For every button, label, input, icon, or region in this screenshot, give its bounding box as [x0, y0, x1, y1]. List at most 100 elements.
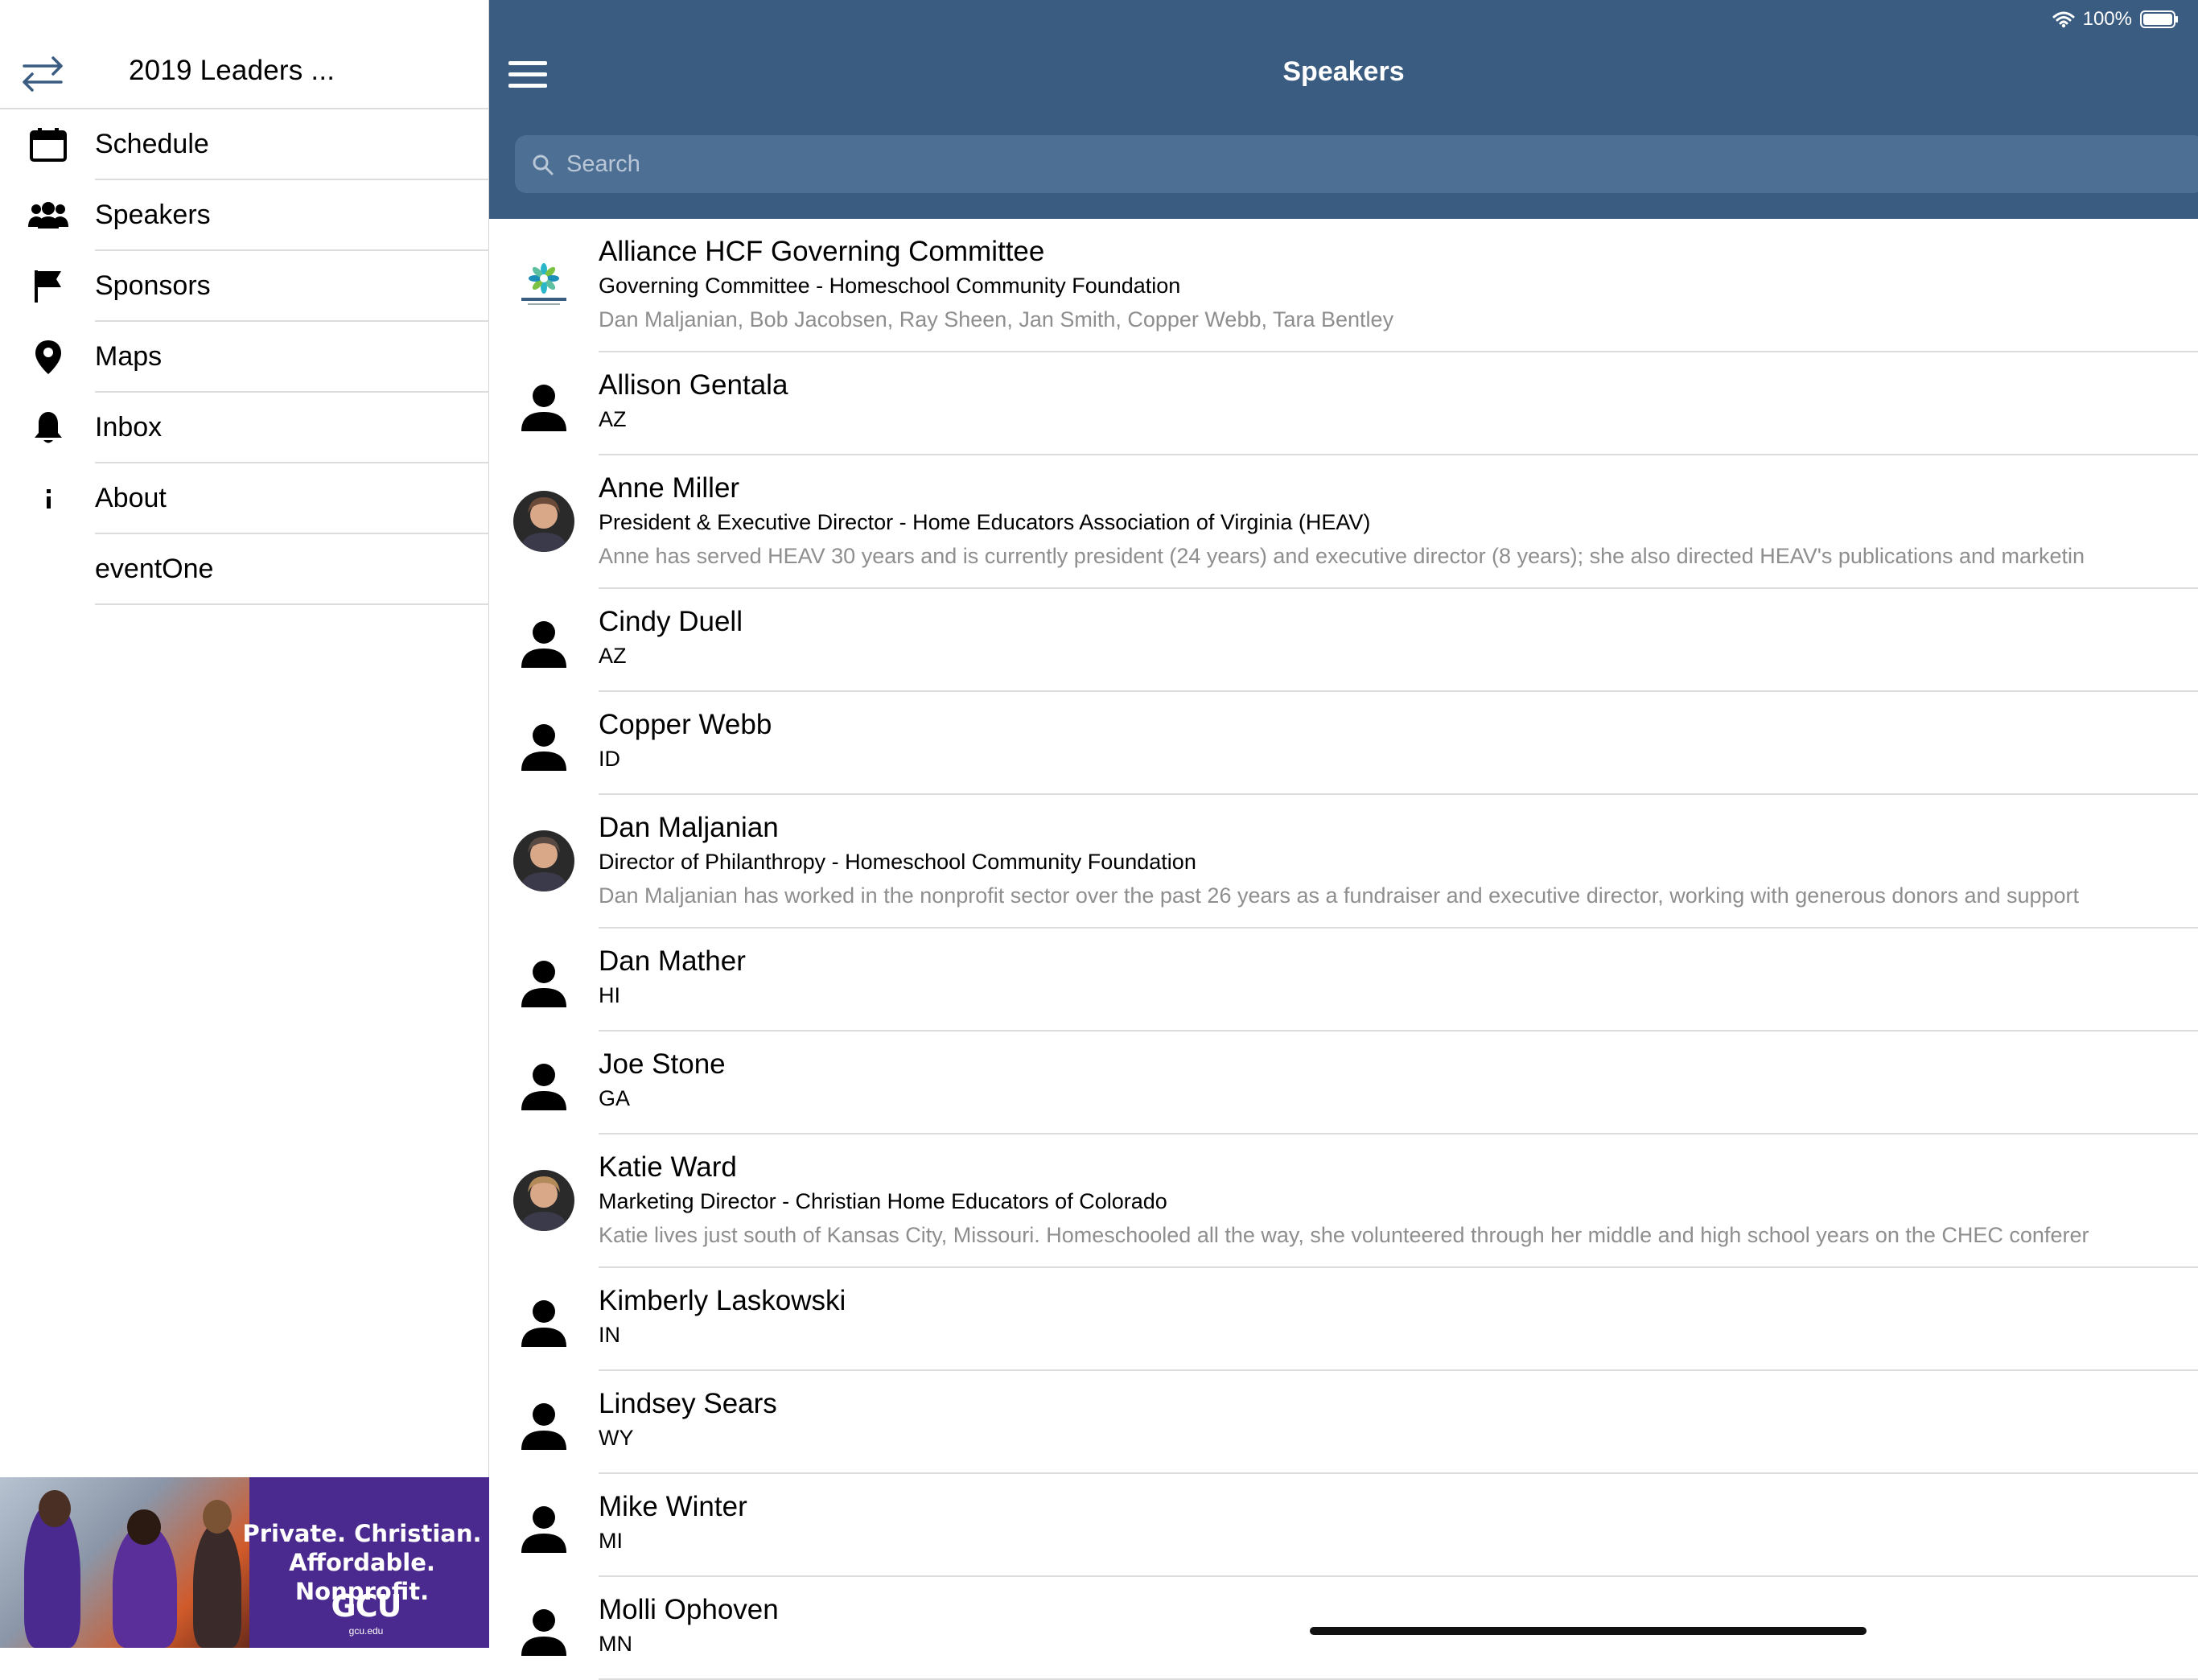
sidebar-menu: Schedule Speakers Sponsors Maps Inbox Ab…: [0, 109, 489, 605]
speaker-name: Anne Miller: [599, 472, 740, 504]
sidebar-header: 2019 Leaders ...: [0, 0, 489, 109]
speaker-row-content: Dan Mather HI: [599, 929, 2198, 1031]
sidebar-item-speakers[interactable]: Speakers: [0, 180, 489, 251]
speaker-row[interactable]: Katie Ward Marketing Director - Christian…: [489, 1134, 2198, 1268]
person-placeholder-icon: [513, 1601, 574, 1662]
speaker-subtitle: President & Executive Director - Home Ed…: [599, 510, 1371, 534]
speaker-description: Dan Maljanian, Bob Jacobsen, Ray Sheen, …: [599, 307, 1394, 331]
speaker-photo: [513, 491, 574, 552]
speaker-description: Katie lives just south of Kansas City, M…: [599, 1223, 2089, 1247]
speaker-subtitle: ID: [599, 747, 620, 771]
speaker-subtitle: IN: [599, 1323, 620, 1347]
ad-photo: [0, 1477, 249, 1648]
sidebar-item-label: Schedule: [95, 109, 489, 180]
top-bar: 100% Speakers: [489, 0, 2198, 219]
speaker-name: Mike Winter: [599, 1491, 747, 1522]
wifi-icon: [2052, 11, 2075, 28]
speaker-row-content: Allison Gentala AZ: [599, 352, 2198, 455]
speaker-name: Kimberly Laskowski: [599, 1285, 846, 1316]
switch-event-icon[interactable]: [16, 51, 69, 95]
home-indicator: [1310, 1627, 1867, 1635]
calendar-icon: [23, 126, 74, 164]
ad-url: gcu.edu: [348, 1625, 384, 1637]
sidebar-item-label: Inbox: [95, 393, 489, 463]
speaker-list[interactable]: Alliance HCF Governing Committee Governin…: [489, 219, 2198, 1680]
speaker-row-content: Cindy Duell AZ: [599, 589, 2198, 692]
speaker-photo: [513, 830, 574, 891]
flag-icon: [23, 267, 74, 306]
person-placeholder-icon: [513, 1056, 574, 1117]
speaker-name: Dan Maljanian: [599, 812, 779, 843]
speaker-row[interactable]: Allison Gentala AZ: [489, 352, 2198, 455]
main-panel: 100% Speakers Alliance HCF Governing Com…: [489, 0, 2198, 1680]
page-title: Speakers: [1282, 56, 1405, 87]
speaker-subtitle: AZ: [599, 407, 627, 431]
sidebar-item-sponsors[interactable]: Sponsors: [0, 251, 489, 322]
person-placeholder-icon: [513, 613, 574, 674]
speaker-subtitle: Marketing Director - Christian Home Educ…: [599, 1189, 1167, 1213]
sponsor-ad-banner[interactable]: Private. Christian. Affordable. Nonprofi…: [0, 1477, 489, 1648]
speaker-row-content: Anne Miller President & Executive Directo…: [599, 455, 2198, 589]
info-icon: [23, 480, 74, 518]
sidebar-item-inbox[interactable]: Inbox: [0, 393, 489, 463]
sidebar-item-label: Maps: [95, 322, 489, 393]
battery-percent: 100%: [2082, 8, 2132, 30]
sidebar-item-eventone[interactable]: eventOne: [0, 534, 489, 605]
speaker-name: Molli Ophoven: [599, 1594, 779, 1625]
sidebar-item-label: eventOne: [95, 534, 489, 605]
search-bar[interactable]: [515, 135, 2198, 193]
speaker-row[interactable]: Dan Maljanian Director of Philanthropy - …: [489, 795, 2198, 929]
speaker-subtitle: AZ: [599, 644, 627, 668]
speaker-name: Dan Mather: [599, 945, 746, 977]
speaker-row-content: Joe Stone GA: [599, 1031, 2198, 1134]
gcu-logo: GCU: [331, 1588, 402, 1624]
speaker-row[interactable]: Joe Stone GA: [489, 1031, 2198, 1134]
speaker-subtitle: Governing Committee - Homeschool Communi…: [599, 274, 1181, 298]
battery-icon: [2140, 10, 2178, 28]
speaker-photo: [513, 1170, 574, 1231]
event-title: 2019 Leaders ...: [129, 55, 335, 86]
sidebar-item-label: About: [95, 463, 489, 534]
search-icon: [533, 154, 554, 175]
speaker-name: Lindsey Sears: [599, 1388, 777, 1419]
speaker-row-content: Kimberly Laskowski IN: [599, 1268, 2198, 1371]
ad-tagline-line1: Private. Christian.: [242, 1520, 482, 1547]
speaker-row-content: Katie Ward Marketing Director - Christian…: [599, 1134, 2198, 1268]
sidebar-item-maps[interactable]: Maps: [0, 322, 489, 393]
speaker-row-content: Dan Maljanian Director of Philanthropy - …: [599, 795, 2198, 929]
sidebar-item-label: Speakers: [95, 180, 489, 251]
speaker-name: Copper Webb: [599, 709, 772, 740]
person-placeholder-icon: [513, 1498, 574, 1559]
speaker-row-content: Alliance HCF Governing Committee Governin…: [599, 219, 2198, 352]
speaker-description: Anne has served HEAV 30 years and is cur…: [599, 544, 2085, 568]
speaker-subtitle: Director of Philanthropy - Homeschool Co…: [599, 850, 1196, 874]
speaker-name: Joe Stone: [599, 1048, 726, 1080]
people-icon: [23, 196, 74, 235]
speaker-row[interactable]: Lindsey Sears WY: [489, 1371, 2198, 1474]
person-placeholder-icon: [513, 1395, 574, 1456]
speaker-row[interactable]: Mike Winter MI: [489, 1474, 2198, 1577]
sidebar-item-schedule[interactable]: Schedule: [0, 109, 489, 180]
person-placeholder-icon: [513, 953, 574, 1014]
speaker-name: Katie Ward: [599, 1151, 737, 1183]
speaker-subtitle: GA: [599, 1086, 631, 1110]
sidebar: 2019 Leaders ... Schedule Speakers Spons…: [0, 0, 489, 1648]
speaker-name: Cindy Duell: [599, 606, 743, 637]
sidebar-item-about[interactable]: About: [0, 463, 489, 534]
person-placeholder-icon: [513, 716, 574, 777]
speaker-name: Allison Gentala: [599, 369, 788, 401]
speaker-row-content: Copper Webb ID: [599, 692, 2198, 795]
speaker-row-content: Mike Winter MI: [599, 1474, 2198, 1577]
person-placeholder-icon: [513, 377, 574, 438]
status-bar: 100%: [2052, 8, 2179, 31]
speaker-subtitle: WY: [599, 1426, 634, 1450]
speaker-row[interactable]: Anne Miller President & Executive Directo…: [489, 455, 2198, 589]
search-input[interactable]: [565, 135, 2093, 193]
speaker-row[interactable]: Kimberly Laskowski IN: [489, 1268, 2198, 1371]
speaker-subtitle: MI: [599, 1529, 623, 1553]
speaker-row[interactable]: Copper Webb ID: [489, 692, 2198, 795]
speaker-row[interactable]: Alliance HCF Governing Committee Governin…: [489, 219, 2198, 352]
speaker-row[interactable]: Dan Mather HI: [489, 929, 2198, 1031]
speaker-subtitle: HI: [599, 983, 620, 1007]
speaker-row[interactable]: Cindy Duell AZ: [489, 589, 2198, 692]
